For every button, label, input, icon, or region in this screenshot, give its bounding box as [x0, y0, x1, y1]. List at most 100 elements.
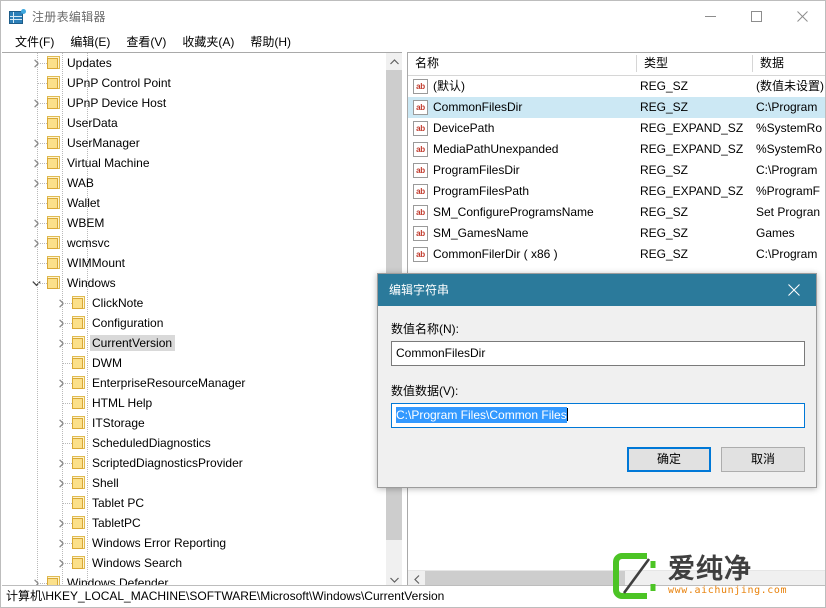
value-row[interactable]: abCommonFilerDir ( x86 )REG_SZC:\Program	[408, 244, 826, 265]
value-data-input[interactable]: C:\Program Files\Common Files	[391, 403, 805, 428]
tree-item[interactable]: Shell	[2, 473, 385, 493]
menu-bar: 文件(F) 编辑(E) 查看(V) 收藏夹(A) 帮助(H)	[1, 32, 825, 52]
value-row[interactable]: abProgramFilesDirREG_SZC:\Program	[408, 160, 826, 181]
folder-icon	[46, 216, 62, 230]
tree-item[interactable]: UserData	[2, 113, 385, 133]
menu-file[interactable]: 文件(F)	[7, 31, 62, 53]
tree-item-label: ClickNote	[90, 295, 146, 311]
tree-item-label: WAB	[65, 175, 97, 191]
window-title: 注册表编辑器	[32, 8, 106, 25]
value-data-cell: %SystemRo	[756, 118, 826, 139]
tree-item-label: HTML Help	[90, 395, 155, 411]
value-row[interactable]: abDevicePathREG_EXPAND_SZ%SystemRo	[408, 118, 826, 139]
title-bar: 注册表编辑器	[1, 1, 825, 32]
tree-item-label: Updates	[65, 55, 115, 71]
ok-button[interactable]: 确定	[627, 447, 711, 472]
tree-item[interactable]: ScriptedDiagnosticsProvider	[2, 453, 385, 473]
folder-icon	[71, 296, 87, 310]
tree-item[interactable]: UserManager	[2, 133, 385, 153]
value-type-cell: REG_EXPAND_SZ	[640, 139, 752, 160]
cancel-button[interactable]: 取消	[721, 447, 805, 472]
value-row[interactable]: abMediaPathUnexpandedREG_EXPAND_SZ%Syste…	[408, 139, 826, 160]
tree-item[interactable]: WAB	[2, 173, 385, 193]
tree-item[interactable]: Configuration	[2, 313, 385, 333]
tree-item-label: UPnP Control Point	[65, 75, 174, 91]
tree-item[interactable]: HTML Help	[2, 393, 385, 413]
tree-item-label: Configuration	[90, 315, 166, 331]
tree-item[interactable]: Virtual Machine	[2, 153, 385, 173]
dialog-close-icon[interactable]	[772, 274, 816, 306]
tree-item[interactable]: ITStorage	[2, 413, 385, 433]
menu-favorites[interactable]: 收藏夹(A)	[174, 31, 242, 53]
tree-item-label: UserData	[65, 115, 121, 131]
tree-item[interactable]: UPnP Control Point	[2, 73, 385, 93]
tree-item-label: Virtual Machine	[65, 155, 153, 171]
tree-item[interactable]: Updates	[2, 53, 385, 73]
value-name-cell: SM_GamesName	[433, 223, 638, 244]
maximize-icon[interactable]	[733, 1, 779, 32]
tree-item[interactable]: Tablet PC	[2, 493, 385, 513]
column-header-name[interactable]: 名称	[408, 53, 636, 74]
string-value-icon: ab	[413, 163, 428, 178]
folder-icon	[46, 96, 62, 110]
tree-item-label: Windows Search	[90, 555, 185, 571]
folder-icon	[46, 196, 62, 210]
menu-view[interactable]: 查看(V)	[118, 31, 174, 53]
tree-item[interactable]: DWM	[2, 353, 385, 373]
value-type-cell: REG_SZ	[640, 76, 752, 97]
value-row[interactable]: abSM_ConfigureProgramsNameREG_SZSet Prog…	[408, 202, 826, 223]
value-type-cell: REG_SZ	[640, 244, 752, 265]
menu-edit[interactable]: 编辑(E)	[62, 31, 118, 53]
tree-item-label: TabletPC	[90, 515, 144, 531]
string-value-icon: ab	[413, 79, 428, 94]
value-name-cell: DevicePath	[433, 118, 638, 139]
registry-values-list[interactable]: ab(默认)REG_SZ(数值未设置)abCommonFilesDirREG_S…	[408, 76, 826, 265]
value-type-cell: REG_SZ	[640, 202, 752, 223]
value-type-cell: REG_EXPAND_SZ	[640, 181, 752, 202]
value-name-input[interactable]: CommonFilesDir	[391, 341, 805, 366]
window-controls	[687, 1, 825, 32]
tree-item[interactable]: Windows	[2, 273, 385, 293]
tree-item[interactable]: EnterpriseResourceManager	[2, 373, 385, 393]
watermark-name: 爱纯净	[668, 555, 787, 585]
folder-icon	[46, 116, 62, 130]
tree-item[interactable]: Windows Error Reporting	[2, 533, 385, 553]
tree-item[interactable]: wcmsvc	[2, 233, 385, 253]
column-header-data[interactable]: 数据	[753, 53, 825, 74]
value-row[interactable]: abCommonFilesDirREG_SZC:\Program	[408, 97, 826, 118]
string-value-icon: ab	[413, 142, 428, 157]
value-data-cell: %ProgramF	[756, 181, 826, 202]
folder-icon	[71, 416, 87, 430]
dialog-body: 数值名称(N): CommonFilesDir 数值数据(V): C:\Prog…	[378, 306, 816, 487]
scroll-up-icon[interactable]	[386, 53, 402, 70]
minimize-icon[interactable]	[687, 1, 733, 32]
value-row[interactable]: ab(默认)REG_SZ(数值未设置)	[408, 76, 826, 97]
value-data-cell: C:\Program	[756, 160, 826, 181]
column-header-type[interactable]: 类型	[637, 53, 752, 74]
folder-icon	[71, 336, 87, 350]
tree-item[interactable]: CurrentVersion	[2, 333, 385, 353]
menu-help[interactable]: 帮助(H)	[242, 31, 299, 53]
tree-item[interactable]: ScheduledDiagnostics	[2, 433, 385, 453]
registry-tree[interactable]: Updates UPnP Control Point UPnP Device Hos…	[2, 53, 385, 587]
string-value-icon: ab	[413, 100, 428, 115]
value-row[interactable]: abProgramFilesPathREG_EXPAND_SZ%ProgramF	[408, 181, 826, 202]
value-name-label: 数值名称(N):	[391, 320, 459, 337]
tree-item[interactable]: TabletPC	[2, 513, 385, 533]
tree-item[interactable]: Wallet	[2, 193, 385, 213]
value-type-cell: REG_SZ	[640, 223, 752, 244]
value-row[interactable]: abSM_GamesNameREG_SZGames	[408, 223, 826, 244]
tree-item-label: ScriptedDiagnosticsProvider	[90, 455, 246, 471]
tree-item[interactable]: ClickNote	[2, 293, 385, 313]
value-data-text: C:\Program Files\Common Files	[396, 407, 567, 423]
tree-item[interactable]: WBEM	[2, 213, 385, 233]
watermark-url: www.aichunjing.com	[668, 585, 787, 597]
value-name-text: CommonFilesDir	[396, 346, 485, 360]
tree-item[interactable]: WIMMount	[2, 253, 385, 273]
tree-item[interactable]: UPnP Device Host	[2, 93, 385, 113]
tree-item[interactable]: Windows Search	[2, 553, 385, 573]
folder-icon	[46, 56, 62, 70]
tree-item-label: Windows Error Reporting	[90, 535, 229, 551]
folder-icon	[46, 136, 62, 150]
close-icon[interactable]	[779, 1, 825, 32]
